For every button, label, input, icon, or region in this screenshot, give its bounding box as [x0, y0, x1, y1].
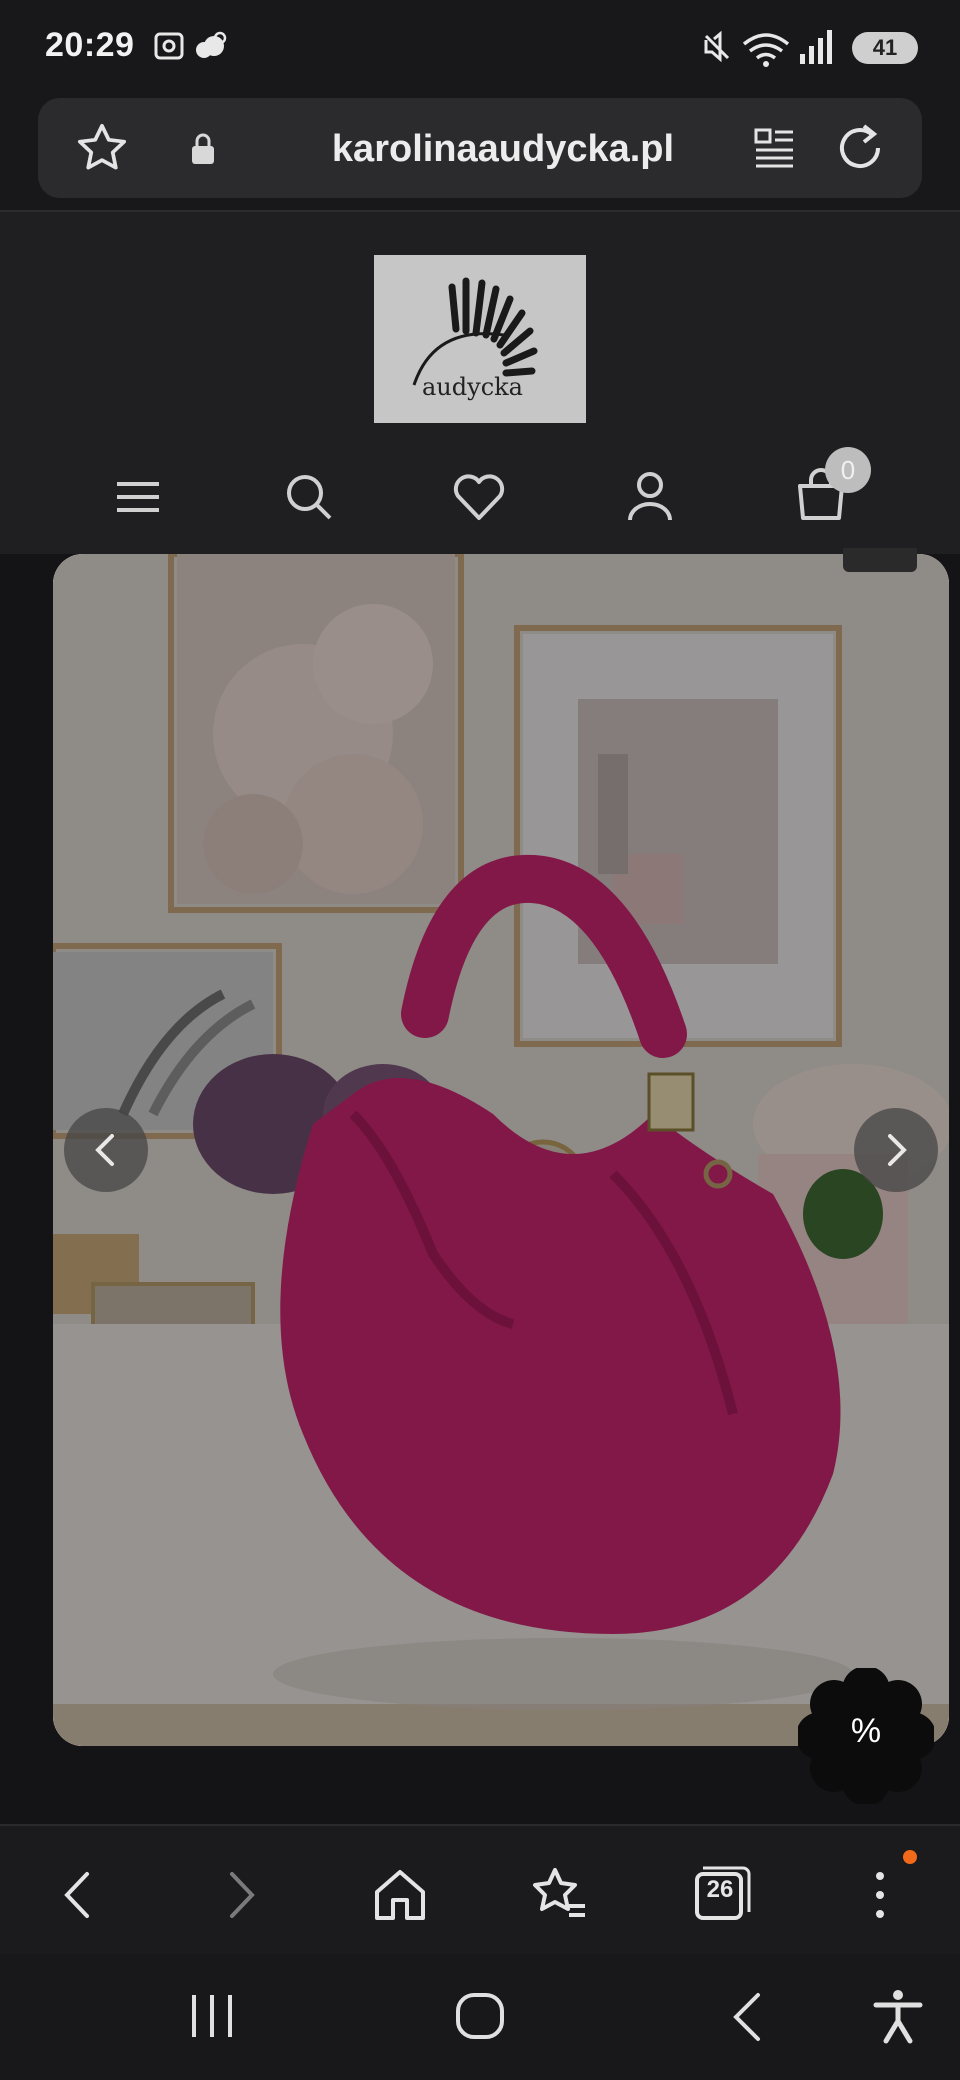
account-icon[interactable]	[625, 470, 675, 522]
gallery-prev-button[interactable]	[64, 1108, 148, 1192]
url-text[interactable]: karolinaaudycka.pl	[38, 128, 960, 171]
home-button-icon[interactable]	[450, 1987, 510, 2047]
status-bar: 20:29 41	[0, 0, 960, 95]
cart-count-badge: 0	[825, 447, 871, 493]
discount-label: %	[850, 1712, 882, 1750]
product-image[interactable]	[53, 554, 949, 1746]
bookmarks-icon[interactable]	[525, 1860, 595, 1930]
menu-icon[interactable]	[113, 472, 163, 522]
chevron-right-icon	[888, 1134, 907, 1166]
chevron-left-icon	[95, 1134, 114, 1166]
site-header: audycka 0	[0, 212, 960, 554]
status-time: 20:29	[45, 26, 135, 64]
recent-apps-icon[interactable]	[182, 1987, 242, 2047]
forward-icon[interactable]	[206, 1860, 276, 1930]
screenshot-icon	[154, 31, 227, 60]
notification-dot	[903, 1850, 917, 1864]
site-nav	[0, 462, 960, 532]
gallery-next-button[interactable]	[854, 1108, 938, 1192]
product-photo	[53, 554, 949, 1746]
heart-icon[interactable]	[452, 472, 506, 522]
system-navigation-bar	[0, 1954, 960, 2080]
signal-icon	[704, 30, 832, 67]
browser-toolbar: 26	[0, 1824, 960, 1956]
search-icon[interactable]	[284, 472, 334, 522]
logo-text: audycka	[422, 373, 523, 401]
tabs-count: 26	[706, 1876, 734, 1903]
system-back-icon[interactable]	[718, 1987, 778, 2047]
accessibility-icon[interactable]	[868, 1987, 928, 2047]
image-counter-tab	[843, 548, 917, 572]
battery-indicator: 41	[852, 32, 918, 64]
home-icon[interactable]	[365, 1860, 435, 1930]
discount-badge[interactable]: %	[798, 1668, 934, 1804]
more-menu-icon[interactable]	[845, 1860, 915, 1930]
site-logo[interactable]: audycka	[374, 255, 586, 423]
reload-icon[interactable]	[834, 122, 886, 174]
address-bar[interactable]: karolinaaudycka.pl	[38, 98, 922, 198]
status-right-icons: 41	[700, 26, 960, 70]
back-icon[interactable]	[43, 1860, 113, 1930]
reader-mode-icon[interactable]	[753, 126, 797, 170]
tabs-button[interactable]: 26	[685, 1860, 755, 1930]
